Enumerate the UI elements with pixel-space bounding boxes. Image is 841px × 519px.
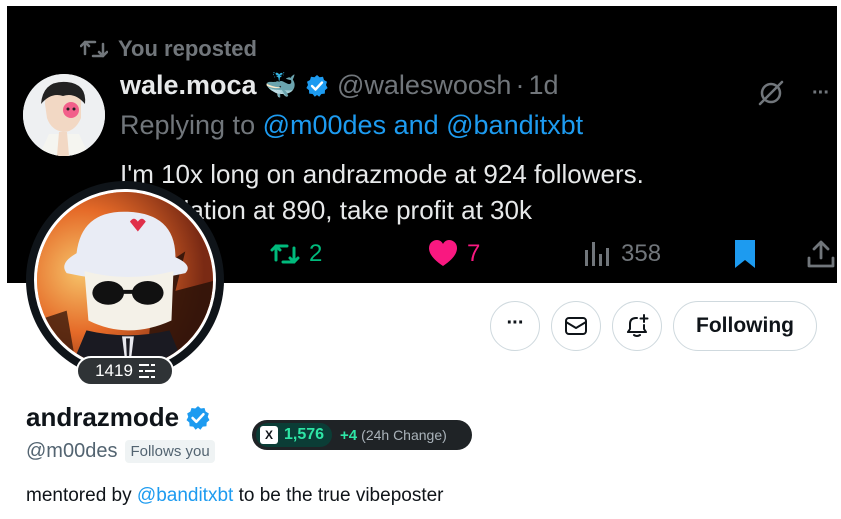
share-button[interactable] [805, 238, 837, 270]
like-button[interactable]: 7 [427, 238, 480, 270]
level-value: 1419 [95, 361, 133, 380]
like-count: 7 [467, 240, 481, 267]
score-change-label: (24h Change) [361, 427, 447, 443]
profile-display-name: andrazmode [26, 402, 180, 432]
views-count: 358 [621, 240, 662, 267]
retweet-count: 2 [309, 240, 323, 267]
score-main: X 1,576 [256, 423, 333, 447]
level-icon [138, 364, 155, 378]
score-value: 1,576 [284, 426, 325, 443]
replying-to: Replying to @m00des and @banditxbt [120, 110, 583, 141]
level-badge[interactable]: 1419 [76, 356, 174, 386]
bookmark-icon [735, 240, 755, 268]
bell-plus-icon [627, 314, 649, 337]
more-icon: ··· [506, 311, 525, 334]
retweet-icon [270, 244, 300, 264]
repost-icon [80, 40, 108, 58]
heart-icon [429, 240, 457, 266]
more-icon[interactable]: ··· [812, 82, 830, 105]
bio-prefix: mentored by [26, 485, 132, 506]
score-badge[interactable]: X 1,576 +4 (24h Change) [252, 420, 472, 450]
bio-suffix: to be the true vibeposter [238, 485, 444, 506]
mail-icon [565, 317, 587, 335]
separator-dot: · [515, 70, 525, 100]
tweet-text: I'm 10x long on andrazmode at 924 follow… [120, 159, 644, 225]
profile-avatar-image [34, 189, 216, 371]
views-icon [585, 242, 609, 266]
reply-prefix: Replying to [120, 110, 256, 140]
share-icon [807, 240, 835, 268]
bio-mention-link[interactable]: @banditxbt [137, 485, 233, 506]
profile-avatar[interactable] [26, 181, 224, 379]
repost-indicator: You reposted [80, 36, 257, 62]
retweet-button[interactable]: 2 [269, 238, 322, 270]
tweet-header: wale.moca 🐳 @waleswoosh · 1d [120, 70, 559, 101]
score-change: +4 [340, 426, 358, 444]
tweet-author-handle[interactable]: @waleswoosh [337, 70, 512, 101]
tweet-action-bar: 2 7 358 [267, 238, 837, 278]
whale-emoji: 🐳 [264, 70, 297, 100]
repost-label: You reposted [118, 36, 257, 61]
profile-bio: mentored by @banditxbt to be the true vi… [26, 485, 444, 507]
handle-row: @m00des Follows you [26, 440, 215, 463]
mute-icon[interactable] [756, 78, 786, 108]
profile-handle: @m00des [26, 440, 118, 462]
tweet-author-name[interactable]: wale.moca [120, 70, 257, 101]
verified-icon [306, 74, 328, 97]
notifications-button[interactable] [612, 301, 662, 351]
message-button[interactable] [551, 301, 601, 351]
score-logo-icon: X [260, 426, 278, 444]
verified-icon [186, 405, 210, 430]
bookmark-button[interactable] [729, 238, 761, 270]
profile-display-name-row: andrazmode [26, 402, 211, 433]
following-button[interactable]: Following [673, 301, 817, 351]
tweet-top-actions: ··· [756, 78, 830, 108]
tweet-author-avatar[interactable] [23, 74, 105, 156]
views-button[interactable]: 358 [581, 238, 661, 270]
follows-you-badge: Follows you [125, 440, 215, 463]
tweet-time[interactable]: 1d [528, 70, 558, 101]
reply-mentions[interactable]: @m00des and @banditxbt [263, 110, 584, 140]
more-options-button[interactable]: ··· [490, 301, 540, 351]
